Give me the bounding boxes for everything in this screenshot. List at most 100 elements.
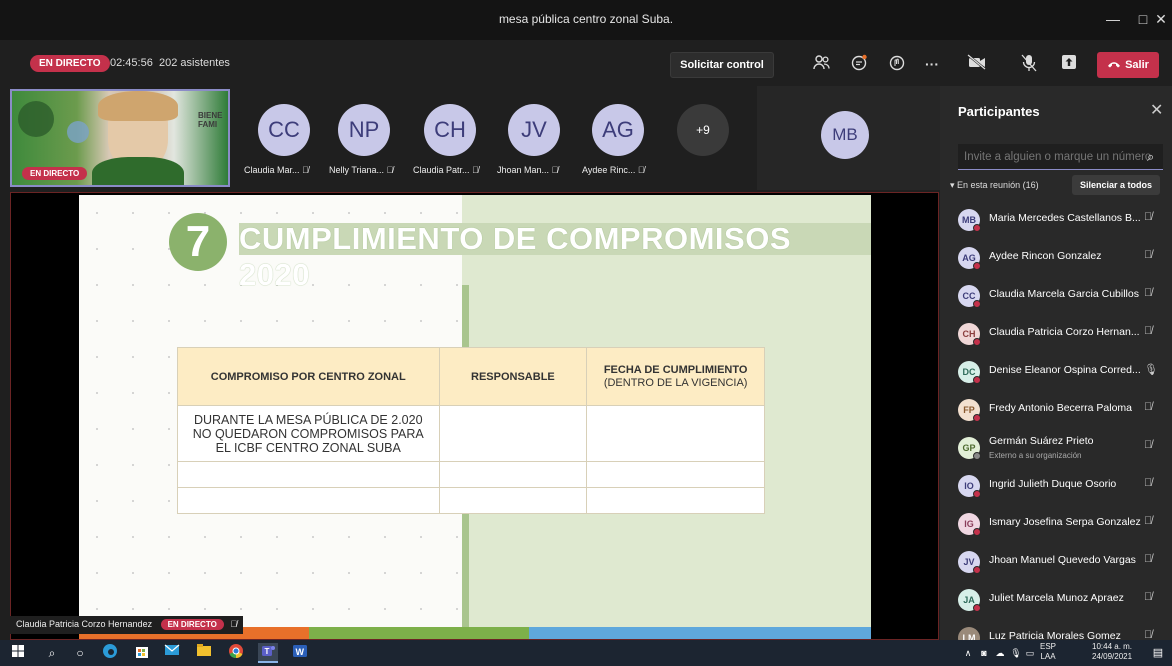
participant-name: Claudia Patricia Corzo Hernan... (989, 326, 1140, 338)
window-titlebar: mesa pública centro zonal Suba. — □ ✕ (0, 0, 1172, 40)
mic-off-icon: 🎙̸ (1144, 629, 1153, 640)
participant-avatar[interactable]: CC (258, 104, 310, 156)
participant-row[interactable]: GP Germán Suárez Prieto Externo a su org… (940, 429, 1172, 467)
svg-text:W: W (296, 647, 305, 657)
backdrop-shape (18, 101, 54, 137)
participant-row[interactable]: DC Denise Eleanor Ospina Corred... 🎙 (940, 353, 1172, 391)
mute-all-button[interactable]: Silenciar a todos (1072, 175, 1160, 195)
participant-avatar: IO (958, 475, 981, 498)
request-control-button[interactable]: Solicitar control (670, 52, 774, 78)
participant-row[interactable]: IG Ismary Josefina Serpa Gonzalez 🎙̸ (940, 505, 1172, 543)
participant-name: Claudia Mar... 🎙̸ (244, 165, 309, 175)
participant-row[interactable]: IO Ingrid Julieth Duque Osorio 🎙̸ (940, 467, 1172, 505)
more-options-icon[interactable]: ··· (921, 54, 943, 74)
presenter-name-plate: Claudia Patricia Corzo Hernandez EN DIRE… (10, 616, 244, 634)
table-cell (438, 461, 588, 488)
column-header: COMPROMISO POR CENTRO ZONAL (177, 347, 440, 406)
table-cell (177, 461, 440, 488)
slide-number: 7 (169, 213, 227, 271)
share-screen-icon[interactable] (1058, 54, 1080, 74)
network-icon[interactable]: ▭ (1020, 643, 1040, 663)
participant-name: Ingrid Julieth Duque Osorio (989, 478, 1117, 490)
mic-off-icon: 🎙̸ (1144, 515, 1153, 527)
participant-row[interactable]: CC Claudia Marcela Garcia Cubillos 🎙̸ (940, 277, 1172, 315)
reactions-icon[interactable] (886, 54, 908, 74)
chat-icon[interactable] (848, 54, 870, 74)
mic-off-icon: 🎙̸ (1144, 553, 1153, 565)
edge-browser-icon[interactable] (100, 643, 120, 663)
table-header-row: COMPROMISO POR CENTRO ZONAL RESPONSABLE … (177, 347, 765, 406)
participant-avatar[interactable]: AG (592, 104, 644, 156)
presenter-live-badge: EN DIRECTO (160, 619, 224, 630)
mic-off-icon: 🎙̸ (1144, 401, 1153, 413)
mail-icon[interactable] (162, 643, 182, 663)
notifications-icon[interactable]: ▤ (1148, 643, 1168, 663)
search-icon[interactable]: ⌕ (42, 643, 62, 663)
camera-off-icon[interactable] (966, 54, 988, 74)
participant-avatar: DC (958, 361, 981, 384)
mic-off-icon: 🎙̸ (637, 165, 645, 175)
participants-panel: Participantes ✕ ⌕ ▾ En esta reunión (16)… (940, 86, 1172, 640)
column-header: FECHA DE CUMPLIMIENTO (DENTRO DE LA VIGE… (586, 347, 765, 406)
participant-row[interactable]: CH Claudia Patricia Corzo Hernan... 🎙̸ (940, 315, 1172, 353)
svg-text:T: T (265, 647, 270, 656)
participant-name: Jhoan Manuel Quevedo Vargas (989, 554, 1136, 566)
explorer-icon[interactable] (194, 643, 214, 663)
participant-name: Aydee Rinc... 🎙̸ (582, 165, 645, 175)
language-indicator[interactable]: ESP LAA (1040, 642, 1056, 662)
table-cell (438, 405, 588, 462)
participant-avatar[interactable]: CH (424, 104, 476, 156)
mic-off-icon: 🎙̸ (386, 165, 394, 175)
chrome-icon[interactable] (226, 643, 246, 663)
search-icon[interactable]: ⌕ (1147, 149, 1154, 165)
meeting-toolbar: EN DIRECTO 02:45:56 202 asistentes Solic… (0, 40, 1172, 86)
table-cell (586, 461, 765, 488)
mic-off-icon: 🎙̸ (230, 619, 238, 629)
participant-name: Germán Suárez Prieto (989, 435, 1094, 447)
participant-row[interactable]: LM Luz Patricia Morales Gomez 🎙̸ (940, 619, 1172, 640)
mic-off-icon[interactable] (1018, 54, 1040, 74)
table-row (177, 461, 765, 488)
participant-row[interactable]: MB Maria Mercedes Castellanos B... 🎙̸ (940, 201, 1172, 239)
participant-avatar[interactable]: NP (338, 104, 390, 156)
person-hair (98, 91, 178, 121)
participant-name: Nelly Triana... 🎙̸ (329, 165, 394, 175)
overflow-participants-button[interactable]: +9 (677, 104, 729, 156)
column-header: RESPONSABLE (438, 347, 588, 406)
word-icon[interactable]: W (290, 643, 310, 663)
close-panel-button[interactable]: ✕ (1150, 100, 1163, 120)
participant-row[interactable]: AG Aydee Rincon Gonzalez 🎙̸ (940, 239, 1172, 277)
table-cell (586, 405, 765, 462)
invite-input[interactable] (958, 144, 1163, 170)
presentation-slide: 7 CUMPLIMIENTO DE COMPROMISOS 2020 COMPR… (79, 195, 871, 639)
presenter-name: Claudia Patricia Corzo Hernandez (16, 619, 153, 629)
backdrop-text: BIENE FAMI (198, 111, 223, 129)
task-view-icon[interactable]: ○ (70, 643, 90, 663)
mic-off-icon: 🎙̸ (1144, 477, 1153, 489)
extra-participant-tile[interactable]: MB (757, 86, 940, 190)
participant-avatar[interactable]: JV (508, 104, 560, 156)
participants-icon[interactable] (811, 54, 833, 74)
attendee-count: 202 asistentes (159, 57, 230, 69)
mic-on-icon: 🎙 (1144, 364, 1158, 376)
leave-button[interactable]: Salir (1097, 52, 1159, 78)
store-icon[interactable] (132, 643, 152, 663)
participant-row[interactable]: JV Jhoan Manuel Quevedo Vargas 🎙̸ (940, 543, 1172, 581)
windows-start-icon[interactable] (8, 643, 28, 663)
mic-off-icon: 🎙̸ (1144, 249, 1153, 261)
table-cell: DURANTE LA MESA PÚBLICA DE 2.020 NO QUED… (177, 405, 440, 462)
participant-row[interactable]: JA Juliet Marcela Munoz Apraez 🎙̸ (940, 581, 1172, 619)
participant-avatar: MB (821, 111, 869, 159)
self-live-badge: EN DIRECTO (22, 167, 88, 180)
video-strip: BIENE FAMI EN DIRECTO CC Claudia Mar... … (0, 86, 940, 190)
close-window-button[interactable]: ✕ (1150, 6, 1172, 32)
teams-icon[interactable]: T (258, 643, 278, 663)
in-meeting-section[interactable]: ▾ En esta reunión (16) (950, 180, 1039, 191)
participant-avatar: LM (958, 627, 980, 640)
clock[interactable]: 10:44 a. m. 24/09/2021 (1092, 642, 1132, 662)
minimize-button[interactable]: — (1098, 6, 1128, 32)
shared-screen: 7 CUMPLIMIENTO DE COMPROMISOS 2020 COMPR… (10, 192, 939, 640)
participant-row[interactable]: FP Fredy Antonio Becerra Paloma 🎙̸ (940, 391, 1172, 429)
mic-off-icon: 🎙̸ (472, 165, 479, 175)
self-video-tile[interactable]: BIENE FAMI EN DIRECTO (10, 89, 230, 187)
